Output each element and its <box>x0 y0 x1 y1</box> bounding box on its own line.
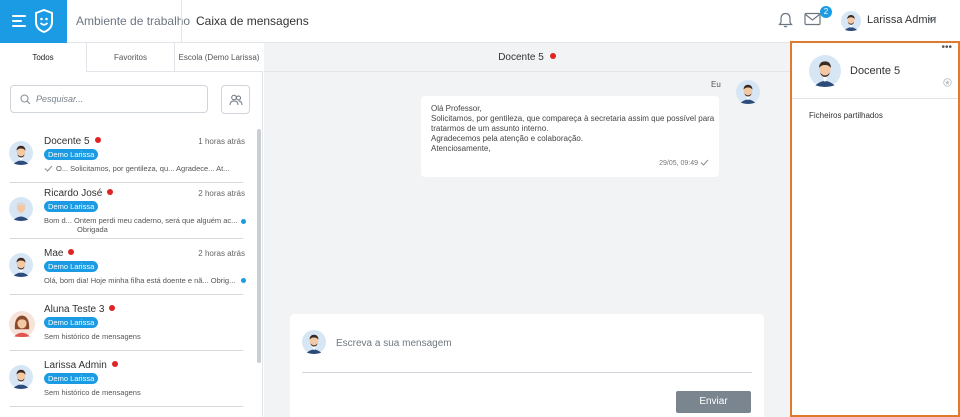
contact-name: Docente 5 <box>850 65 901 77</box>
user-name[interactable]: Larissa Admin <box>867 14 936 26</box>
message-time: 2 horas atrás <box>198 189 245 198</box>
message-preview: O... Solicitamos, por gentileza, qu... A… <box>56 164 230 173</box>
online-status-dot <box>109 305 116 311</box>
contact-avatar <box>9 197 33 221</box>
user-avatar[interactable] <box>841 11 861 31</box>
online-status-dot <box>94 137 101 143</box>
divider <box>792 98 958 99</box>
divider <box>10 406 243 407</box>
composer-avatar <box>302 330 326 354</box>
top-bar: Ambiente de trabalho Caixa de mensagens … <box>0 0 960 43</box>
menu-icon[interactable] <box>12 15 26 27</box>
school-tag: Demo Larissa <box>44 317 99 328</box>
school-tag: Demo Larissa <box>44 373 99 384</box>
search-input[interactable] <box>36 91 196 107</box>
tab-favorites[interactable]: Favoritos <box>87 43 175 72</box>
search-icon <box>20 94 31 105</box>
conversation-item[interactable]: Docente 5 1 horas atrás Demo Larissa O..… <box>0 127 245 183</box>
favorite-star-icon[interactable] <box>943 78 952 87</box>
input-underline <box>302 372 752 373</box>
school-tag: Demo Larissa <box>44 261 99 272</box>
school-tag: Demo Larissa <box>44 149 99 160</box>
inbox-link[interactable]: Caixa de mensagens <box>181 0 309 43</box>
message-preview: Olá, bom dia! Hoje minha filha está doen… <box>44 276 236 285</box>
message-line: Solicitamos, por gentileza, que compareç… <box>431 114 715 123</box>
conversation-item[interactable]: Ricardo José 2 horas atrás Demo Larissa … <box>0 183 246 239</box>
message-input[interactable] <box>336 334 746 352</box>
conversation-scrollbar[interactable] <box>257 129 261 363</box>
group-icon <box>229 94 243 106</box>
contact-details-panel: ••• Docente 5 Ficheiros partilhados <box>790 41 960 417</box>
bell-icon[interactable] <box>778 12 793 28</box>
contact-name: Larissa Admin <box>44 360 107 371</box>
app-logo-icon <box>35 9 53 33</box>
conversation-item[interactable]: Aluna Teste 3 Demo Larissa Sem histórico… <box>0 295 243 351</box>
search-box <box>10 85 208 113</box>
message-meta: 29/05, 09:49 <box>659 159 709 169</box>
message-line: Agradecemos pela atenção e colaboração. <box>431 134 584 143</box>
more-options-icon[interactable]: ••• <box>941 43 952 53</box>
contact-name: Ricardo José <box>44 188 103 199</box>
message-timestamp: 29/05, 09:49 <box>659 160 699 167</box>
message-time: 2 horas atrás <box>198 249 245 258</box>
tab-school[interactable]: Escola (Demo Larissa) <box>175 43 263 72</box>
send-button[interactable]: Enviar <box>676 391 751 413</box>
unread-dot <box>241 278 246 283</box>
contact-name: Mae <box>44 248 64 259</box>
contact-avatar <box>9 365 33 389</box>
message-composer: Enviar <box>290 314 764 417</box>
sender-avatar <box>736 80 760 104</box>
message-line: Atenciosamente, <box>431 144 491 153</box>
online-status-dot <box>107 189 114 195</box>
conversation-item[interactable]: Larissa Admin Demo Larissa Sem histórico… <box>0 351 243 407</box>
mail-badge: 2 <box>820 6 832 18</box>
online-status-dot <box>68 249 75 255</box>
message-bubble: Olá Professor, Solicitamos, por gentilez… <box>421 96 719 177</box>
contact-avatar <box>9 141 33 165</box>
contact-avatar <box>9 253 33 277</box>
new-group-button[interactable] <box>221 85 250 114</box>
message-preview: Sem histórico de mensagens <box>44 388 141 397</box>
mail-icon[interactable] <box>804 12 821 26</box>
unread-dot <box>241 219 246 224</box>
message-preview-second-line: Obrigada <box>77 225 108 234</box>
tab-all[interactable]: Todos <box>0 43 87 72</box>
contact-avatar <box>9 311 35 337</box>
message-line: Olá Professor, <box>431 104 482 113</box>
read-check-icon <box>700 159 709 166</box>
chat-contact-name: Docente 5 <box>498 52 544 63</box>
online-status-dot <box>549 53 556 59</box>
message-line: tratarmos de um assunto interno. <box>431 124 549 133</box>
conversation-item[interactable]: Mae 2 horas atrás Demo Larissa Olá, bom … <box>0 239 246 295</box>
contact-name: Docente 5 <box>44 136 90 147</box>
sender-label: Eu <box>711 80 721 89</box>
online-status-dot <box>111 361 118 367</box>
school-tag: Demo Larissa <box>44 201 99 212</box>
message-time: 1 horas atrás <box>198 137 245 146</box>
read-check-icon <box>44 165 53 172</box>
chevron-down-icon[interactable] <box>927 16 937 23</box>
chat-header: Docente 5 <box>264 43 790 72</box>
conversation-tabs: Todos Favoritos Escola (Demo Larissa) <box>0 43 263 72</box>
workspace-link[interactable]: Ambiente de trabalho <box>76 0 190 43</box>
chat-area: Docente 5 Eu Olá Professor, Solicitamos,… <box>264 43 790 417</box>
app-logo-block[interactable] <box>0 0 67 43</box>
contact-avatar <box>809 55 841 87</box>
shared-files-label[interactable]: Ficheiros partilhados <box>809 111 883 120</box>
message-preview: Bom d... Ontem perdi meu caderno, será q… <box>44 216 238 225</box>
contact-name: Aluna Teste 3 <box>44 304 105 315</box>
message-preview: Sem histórico de mensagens <box>44 332 141 341</box>
conversation-panel: Todos Favoritos Escola (Demo Larissa) Do… <box>0 43 263 417</box>
